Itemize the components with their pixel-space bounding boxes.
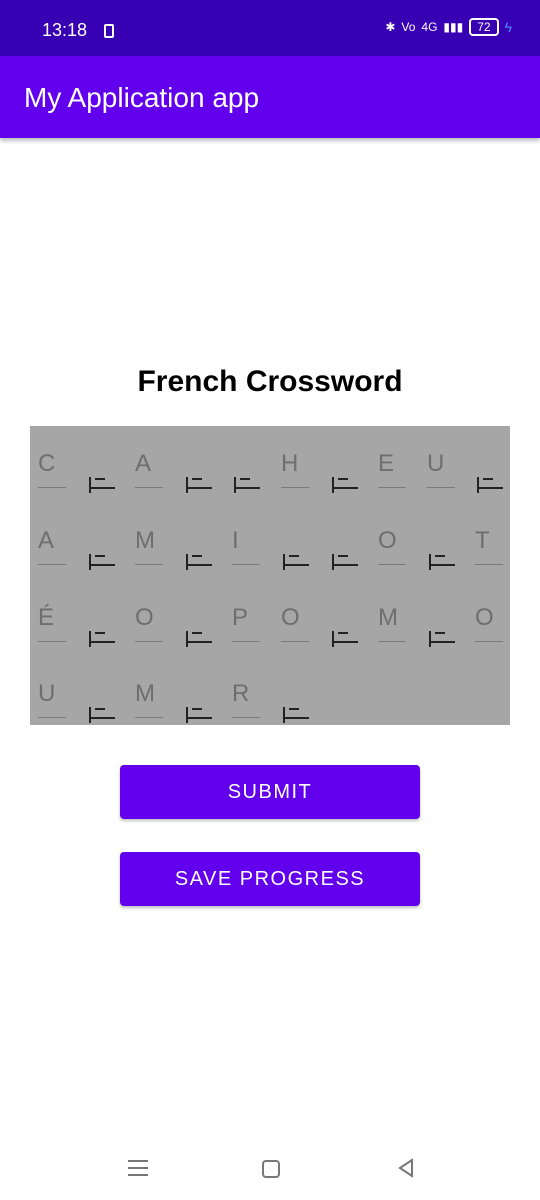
- crossword-input-blank[interactable]: [423, 507, 463, 570]
- crossword-input-blank[interactable]: [326, 584, 366, 647]
- crossword-input-blank[interactable]: [277, 507, 317, 570]
- status-indicators: ✱ Vo 4G ▮▮▮ 72 ϟ: [385, 18, 512, 36]
- cell-letter: C: [38, 450, 56, 477]
- charging-icon: ϟ: [504, 19, 512, 35]
- crossword-cell-letter[interactable]: T: [471, 507, 511, 565]
- cell-letter: A: [135, 450, 152, 477]
- crossword-cell-letter[interactable]: O: [277, 584, 317, 642]
- cell-underline: [38, 641, 66, 642]
- crossword-cell-letter[interactable]: U: [34, 660, 74, 718]
- cell-underline: [135, 564, 163, 565]
- crossword-input-blank[interactable]: [180, 660, 220, 723]
- crossword-input-blank[interactable]: [471, 430, 511, 493]
- cell-underline: [38, 487, 66, 488]
- cell-underline: [475, 641, 503, 642]
- navigation-bar: [0, 1140, 540, 1200]
- cell-underline: [232, 564, 260, 565]
- cell-letter: M: [378, 604, 398, 631]
- crossword-input-blank[interactable]: [180, 584, 220, 647]
- cell-underline: [378, 487, 406, 488]
- cell-letter: T: [475, 527, 490, 554]
- crossword-cell-letter[interactable]: M: [131, 507, 171, 565]
- cell-letter: E: [378, 450, 395, 477]
- cell-underline: [38, 564, 66, 565]
- cell-underline: [281, 487, 309, 488]
- volte-icon: Vo: [401, 20, 416, 34]
- cell-underline: [475, 564, 503, 565]
- battery-saver-icon: [104, 24, 114, 38]
- cell-letter: I: [232, 527, 239, 554]
- cell-underline: [281, 641, 309, 642]
- cell-letter: A: [38, 527, 55, 554]
- crossword-cell-letter[interactable]: É: [34, 584, 74, 642]
- cell-letter: R: [232, 680, 250, 707]
- crossword-input-blank[interactable]: [326, 430, 366, 493]
- page-title: French Crossword: [137, 365, 403, 398]
- crossword-cell-letter[interactable]: H: [277, 430, 317, 488]
- crossword-input-blank[interactable]: [277, 660, 317, 723]
- cell-letter: U: [38, 680, 56, 707]
- crossword-input-blank[interactable]: [228, 430, 268, 493]
- app-title: My Application app: [24, 82, 260, 113]
- back-icon[interactable]: [396, 1158, 420, 1182]
- crossword-cell-letter[interactable]: C: [34, 430, 74, 488]
- status-time: 13:18: [42, 20, 88, 40]
- crossword-grid: C A H E U A M I O T É O P O M O U M R: [30, 426, 510, 725]
- cell-underline: [378, 564, 406, 565]
- crossword-cell-letter[interactable]: E: [374, 430, 414, 488]
- home-icon[interactable]: [262, 1160, 280, 1178]
- status-bar: 13:18 ✱ Vo 4G ▮▮▮ 72 ϟ: [0, 0, 540, 56]
- cell-underline: [232, 717, 260, 718]
- cell-underline: [378, 641, 406, 642]
- crossword-cell-letter[interactable]: O: [374, 507, 414, 565]
- cell-letter: P: [232, 604, 249, 631]
- crossword-input-blank[interactable]: [83, 430, 123, 493]
- crossword-cell-letter[interactable]: O: [471, 584, 511, 642]
- crossword-input-blank[interactable]: [326, 507, 366, 570]
- crossword-input-blank[interactable]: [423, 584, 463, 647]
- cell-letter: H: [281, 450, 299, 477]
- crossword-input-blank[interactable]: [180, 430, 220, 493]
- crossword-input-blank[interactable]: [83, 507, 123, 570]
- cell-letter: O: [378, 527, 397, 554]
- cell-letter: M: [135, 680, 155, 707]
- app-bar: My Application app: [0, 56, 540, 138]
- crossword-cell-letter[interactable]: M: [374, 584, 414, 642]
- cell-letter: O: [475, 604, 494, 631]
- cell-underline: [232, 641, 260, 642]
- save-progress-button[interactable]: SAVE PROGRESS: [120, 852, 420, 906]
- cell-underline: [135, 641, 163, 642]
- cell-letter: M: [135, 527, 155, 554]
- signal-icon: ▮▮▮: [443, 20, 464, 34]
- crossword-input-blank[interactable]: [83, 660, 123, 723]
- menu-icon[interactable]: [128, 1156, 152, 1180]
- cell-letter: O: [281, 604, 300, 631]
- cell-letter: U: [427, 450, 445, 477]
- cell-letter: É: [38, 604, 55, 631]
- network-label: 4G: [421, 20, 438, 34]
- battery-icon: 72: [469, 18, 499, 36]
- submit-button[interactable]: SUBMIT: [120, 765, 420, 819]
- cell-underline: [427, 487, 455, 488]
- crossword-input-blank[interactable]: [83, 584, 123, 647]
- crossword-cell-letter[interactable]: M: [131, 660, 171, 718]
- crossword-cell-letter[interactable]: I: [228, 507, 268, 565]
- cell-underline: [135, 487, 163, 488]
- cell-underline: [38, 717, 66, 718]
- cell-underline: [135, 717, 163, 718]
- crossword-cell-letter[interactable]: U: [423, 430, 463, 488]
- bluetooth-icon: ✱: [385, 20, 396, 34]
- cell-letter: O: [135, 604, 154, 631]
- crossword-cell-letter[interactable]: O: [131, 584, 171, 642]
- crossword-cell-letter[interactable]: A: [34, 507, 74, 565]
- crossword-cell-letter[interactable]: A: [131, 430, 171, 488]
- crossword-cell-letter[interactable]: P: [228, 584, 268, 642]
- crossword-cell-letter[interactable]: R: [228, 660, 268, 718]
- crossword-input-blank[interactable]: [180, 507, 220, 570]
